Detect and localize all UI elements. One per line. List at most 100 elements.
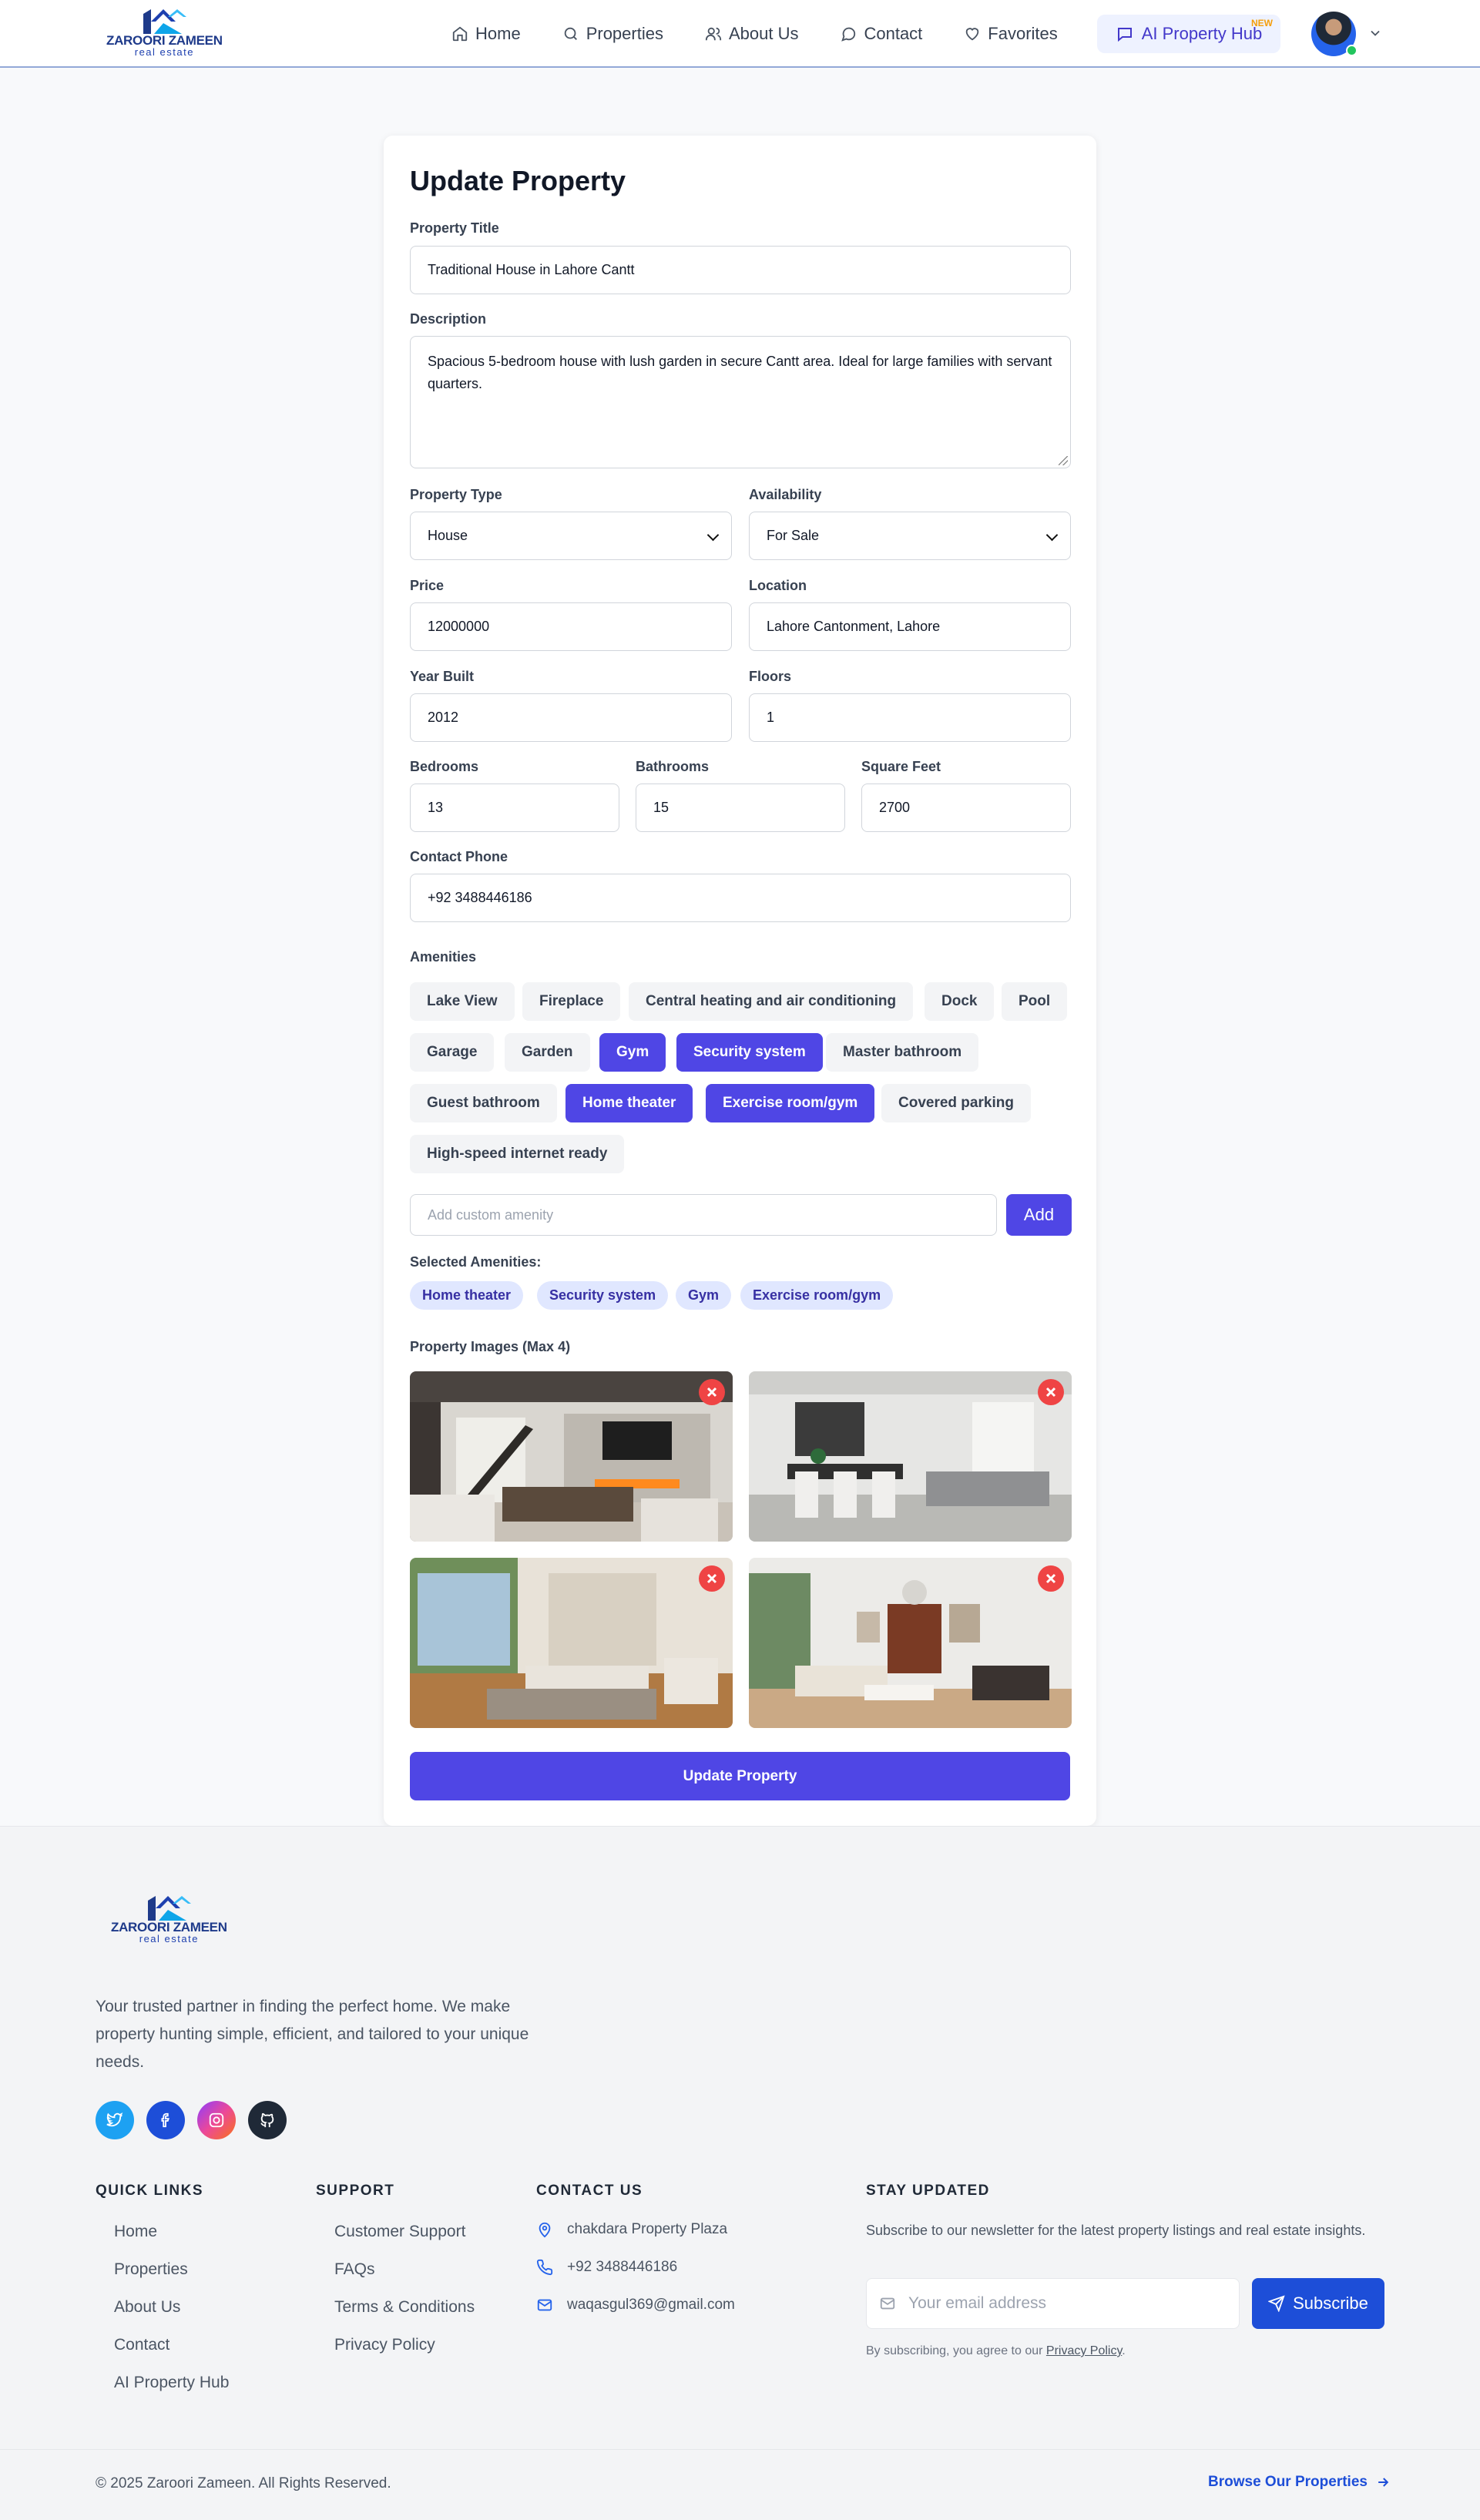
instagram-icon [209,2112,224,2128]
amenity-chip-security-system[interactable]: Security system [676,1033,823,1072]
amenity-chip-garden[interactable]: Garden [505,1033,590,1072]
footer-link-privacy[interactable]: Privacy Policy [334,2336,435,2354]
contact-phone-text: +92 3488446186 [567,2259,678,2275]
availability-label: Availability [749,487,822,502]
amenity-chip-central-heating[interactable]: Central heating and air conditioning [629,982,914,1021]
nav-contact[interactable]: Contact [840,20,922,48]
location-input[interactable]: Lahore Cantonment, Lahore [749,602,1071,651]
newsletter-email-input[interactable]: Your email address [866,2278,1240,2329]
selected-amenity-pill: Gym [676,1281,732,1310]
bedrooms-input[interactable]: 13 [410,784,619,832]
add-amenity-button[interactable]: Add [1006,1194,1072,1236]
facebook-icon [161,2112,169,2128]
floors-input[interactable]: 1 [749,693,1071,742]
footer-link-faqs[interactable]: FAQs [334,2260,375,2279]
chevron-down-icon [1371,30,1380,36]
brand-name: ZAROORI ZAMEEN [111,1920,227,1934]
amenity-chip-master-bathroom[interactable]: Master bathroom [826,1033,979,1072]
phone-icon [536,2259,553,2276]
github-link[interactable] [248,2101,287,2139]
amenity-chip-internet-ready[interactable]: High-speed internet ready [410,1135,625,1173]
amenity-chip-lake-view[interactable]: Lake View [410,982,515,1021]
nav-properties[interactable]: Properties [562,20,663,48]
bathrooms-input[interactable]: 15 [636,784,845,832]
property-type-select[interactable]: House [410,512,732,560]
facebook-link[interactable] [146,2101,185,2139]
github-icon [260,2112,274,2128]
browse-label: Browse Our Properties [1208,2474,1368,2490]
description-label: Description [410,311,487,327]
amenity-chip-covered-parking[interactable]: Covered parking [881,1084,1031,1122]
amenity-chip-fireplace[interactable]: Fireplace [522,982,621,1021]
amenity-chip-exercise-room[interactable]: Exercise room/gym [706,1084,875,1122]
footer-link-contact[interactable]: Contact [114,2336,169,2354]
bedrooms-label: Bedrooms [410,759,479,774]
profile-menu-toggle[interactable] [1368,25,1383,41]
year-built-input[interactable]: 2012 [410,693,732,742]
availability-select[interactable]: For Sale [749,512,1071,560]
contact-email[interactable]: waqasgul369@gmail.com [536,2297,735,2314]
remove-image-button[interactable] [699,1379,725,1405]
heart-icon [966,28,979,41]
resize-grip-icon[interactable] [1059,456,1068,465]
brand-name: ZAROORI ZAMEEN [106,33,223,48]
nav-about[interactable]: About Us [705,20,798,48]
property-title-label: Property Title [410,220,499,236]
footer-brand-logo[interactable]: ZAROORI ZAMEEN real estate [111,1893,227,1944]
online-status-dot [1346,45,1358,56]
nav-favorites-label: Favorites [988,24,1058,43]
mail-icon [537,2299,552,2311]
footer-divider [0,2449,1480,2450]
square-feet-input[interactable]: 2700 [861,784,1071,832]
instagram-link[interactable] [197,2101,236,2139]
property-type-label: Property Type [410,487,502,502]
price-label: Price [410,578,445,593]
arrow-right-icon [1378,2478,1389,2487]
custom-amenity-input[interactable]: Add custom amenity [410,1194,997,1236]
remove-image-button[interactable] [1038,1379,1064,1405]
property-title-input[interactable]: Traditional House in Lahore Cantt [410,246,1071,294]
contact-email-text: waqasgul369@gmail.com [567,2297,735,2313]
message-circle-icon [841,27,856,42]
brand-logo[interactable]: ZAROORI ZAMEEN real estate [106,6,223,57]
subscribe-button[interactable]: Subscribe [1252,2278,1384,2329]
amenity-chip-pool[interactable]: Pool [1002,982,1068,1021]
amenity-chip-guest-bathroom[interactable]: Guest bathroom [410,1084,557,1122]
newsletter-heading: STAY UPDATED [866,2183,990,2199]
contact-phone[interactable]: +92 3488446186 [536,2259,677,2276]
description-textarea[interactable]: Spacious 5-bedroom house with lush garde… [410,336,1071,468]
bathrooms-label: Bathrooms [636,759,710,774]
house-logo-icon [143,9,187,34]
remove-image-button[interactable] [699,1565,725,1592]
browse-properties-link[interactable]: Browse Our Properties [1208,2474,1391,2491]
amenity-chip-gym[interactable]: Gym [599,1033,666,1072]
twitter-link[interactable] [96,2101,134,2139]
amenity-chip-dock[interactable]: Dock [925,982,995,1021]
contact-phone-input[interactable]: +92 3488446186 [410,874,1071,922]
remove-image-button[interactable] [1038,1565,1064,1592]
footer-link-ai-hub[interactable]: AI Property Hub [114,2374,229,2392]
amenity-chip-home-theater[interactable]: Home theater [565,1084,693,1122]
update-property-button[interactable]: Update Property [410,1752,1070,1800]
description-text: Spacious 5-bedroom house with lush garde… [428,354,1052,391]
sunroom-photo [410,1558,733,1728]
footer-link-about[interactable]: About Us [114,2298,180,2317]
nav-home[interactable]: Home [451,20,521,48]
contact-heading: CONTACT US [536,2183,643,2199]
privacy-policy-link[interactable]: Privacy Policy [1046,2344,1122,2357]
footer-description: Your trusted partner in finding the perf… [96,1998,529,2071]
nav-favorites[interactable]: Favorites [964,20,1058,48]
property-images-label: Property Images (Max 4) [410,1339,571,1354]
ai-property-hub-button[interactable]: AI Property Hub NEW [1097,15,1280,53]
house-logo-icon [148,1896,192,1921]
footer-link-customer-support[interactable]: Customer Support [334,2223,465,2241]
avatar[interactable] [1311,12,1358,56]
footer-link-terms[interactable]: Terms & Conditions [334,2298,475,2317]
amenity-chip-garage[interactable]: Garage [410,1033,495,1072]
footer-link-home[interactable]: Home [114,2223,157,2241]
price-input[interactable]: 12000000 [410,602,732,651]
property-image-3 [410,1558,733,1728]
contact-address-text: chakdara Property Plaza [567,2221,728,2237]
footer-link-properties[interactable]: Properties [114,2260,188,2279]
update-property-form: Update Property Property Title Tradition… [384,136,1096,1826]
